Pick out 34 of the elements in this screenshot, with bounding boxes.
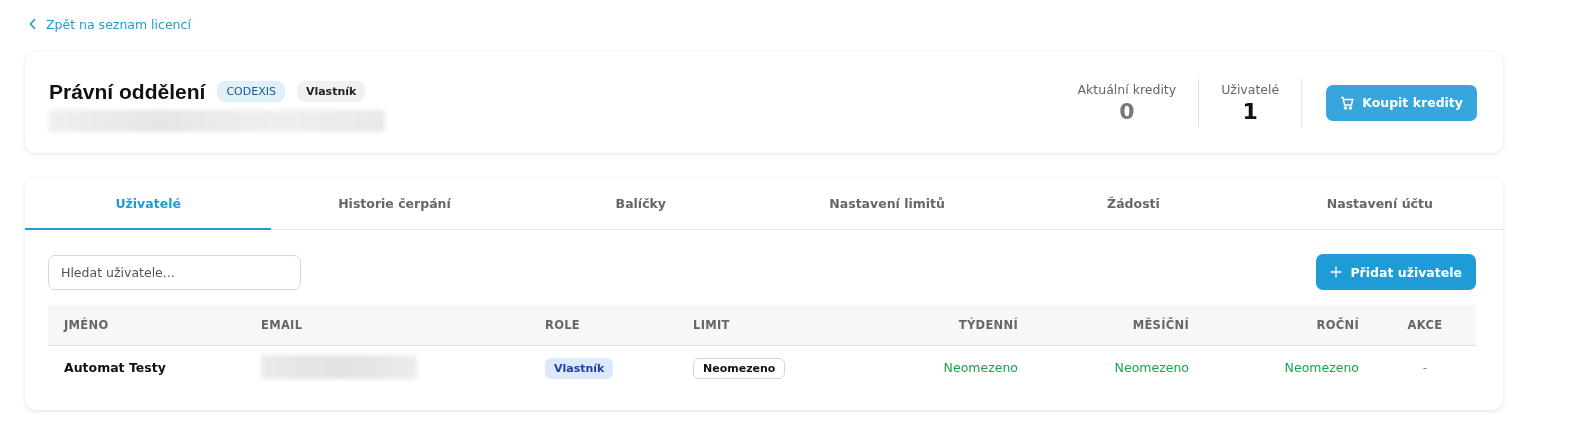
column-header: JMÉNO	[62, 318, 110, 332]
add-user-button[interactable]: Přidat uživatele	[1316, 254, 1476, 290]
tab[interactable]: Balíčky	[517, 178, 764, 230]
stat-label: Uživatelé	[1221, 81, 1280, 97]
limit-value: Neomezeno	[943, 359, 1018, 375]
plus-icon	[1330, 266, 1343, 278]
back-link[interactable]: Zpět na seznam licencí	[29, 15, 191, 33]
limit-value: Neomezeno	[1114, 359, 1189, 375]
limit-value: Neomezeno	[1284, 359, 1359, 375]
tab[interactable]: Nastavení účtu	[1256, 178, 1503, 230]
tag: Vlastník	[296, 81, 366, 102]
limit-tag: Neomezeno	[693, 357, 786, 379]
column-header: LIMIT	[692, 318, 731, 332]
chevron-left-icon	[29, 18, 37, 30]
tab[interactable]: Nastavení limitů	[764, 178, 1011, 230]
stat-value: 0	[1119, 98, 1135, 124]
user-name: Automat Testy	[63, 359, 167, 375]
column-header: ROČNÍ	[1315, 318, 1360, 332]
role-tag: Vlastník	[545, 357, 614, 379]
column-header: TÝDENNÍ	[957, 318, 1019, 332]
column-header: MĚSÍČNÍ	[1131, 318, 1190, 332]
license-title: Právní oddělení	[49, 79, 206, 104]
cart-icon	[1340, 95, 1355, 110]
column-header: AKCE	[1406, 318, 1444, 332]
search-field[interactable]: Hledat uživatele...	[48, 254, 301, 290]
tag: CODEXIS	[217, 81, 285, 102]
stat-value: 1	[1242, 98, 1258, 124]
actions-text: -	[1422, 359, 1428, 375]
tab[interactable]: Uživatelé	[25, 178, 272, 230]
tab[interactable]: Žádosti	[1010, 178, 1257, 230]
tab[interactable]: Historie čerpání	[271, 178, 518, 230]
column-header: ROLE	[544, 318, 581, 332]
column-header: EMAIL	[260, 318, 304, 332]
stat-label: Aktuální kredity	[1077, 81, 1177, 97]
